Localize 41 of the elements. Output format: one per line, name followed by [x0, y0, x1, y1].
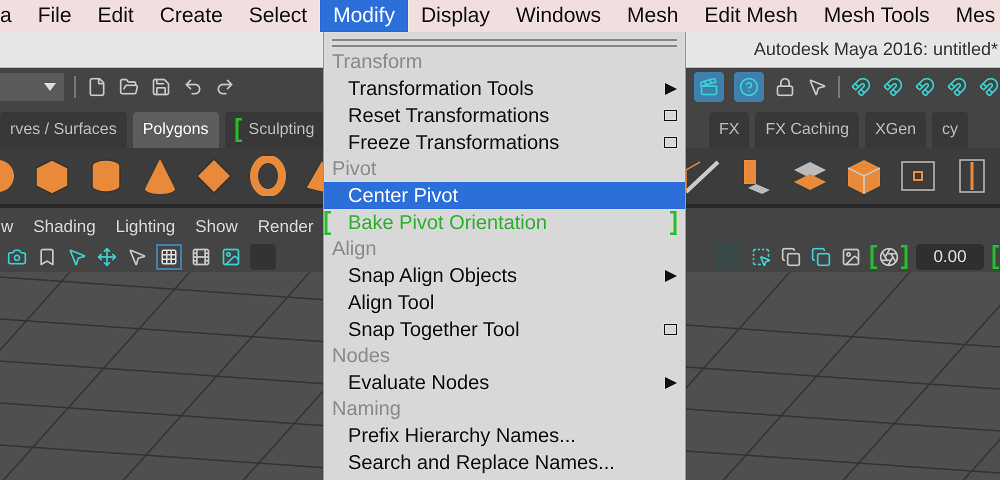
menu-item[interactable]: Transformation Tools — [324, 75, 685, 102]
menu-section-header: Naming — [331, 397, 402, 422]
shelf-tab[interactable]: rves / Surfaces — [0, 112, 127, 148]
menu-item[interactable]: Reset Transformations — [324, 102, 685, 129]
menu-item[interactable]: Snap Together Tool — [324, 316, 685, 343]
menu-bar-item[interactable]: Mes — [942, 0, 1000, 32]
menu-bar-item[interactable]: File — [24, 0, 85, 32]
menu-item[interactable]: Freeze Transformations — [324, 129, 685, 156]
panel-menu-item[interactable]: Lighting — [116, 214, 176, 240]
menu-bar-item[interactable]: Edit — [84, 0, 147, 32]
menu-item[interactable]: Prefix Hierarchy Names... — [324, 422, 685, 449]
value-field[interactable]: 0.00 — [916, 244, 984, 270]
menu-bar-item[interactable]: Create — [146, 0, 236, 32]
menu-item[interactable]: Center Pivot — [324, 182, 685, 209]
shelf-tab[interactable]: Sculpting — [224, 112, 324, 148]
menu-bar-item[interactable]: Display — [408, 0, 503, 32]
menu-item[interactable]: Snap Align Objects — [324, 262, 685, 289]
panel-menu-item[interactable]: w — [1, 214, 14, 240]
menu-bar-item[interactable]: Mesh Tools — [810, 0, 943, 32]
menu-bar-item[interactable]: Edit Mesh — [691, 0, 811, 32]
menu-item[interactable]: Align Tool — [324, 289, 685, 316]
window-title: Autodesk Maya 2016: untitled* — [754, 38, 998, 61]
menu-item[interactable]: Evaluate Nodes — [324, 369, 685, 396]
menu-bar-item[interactable]: Windows — [502, 0, 614, 32]
panel-menu-item[interactable]: Show — [195, 214, 238, 240]
menu-bar-item[interactable]: Select — [236, 0, 320, 32]
menu-section-header: Align — [331, 237, 378, 262]
shelf-tab[interactable]: cy — [932, 112, 968, 148]
menu-section-header: Pivot — [331, 157, 378, 182]
shelf-tab[interactable]: XGen — [865, 112, 926, 148]
menu-bar-item[interactable]: a — [0, 0, 25, 32]
menu-bar-item[interactable]: Modify — [320, 0, 408, 32]
menu-section-header: Transform — [331, 50, 424, 75]
shelf-tab[interactable]: FX Caching — [755, 112, 860, 148]
menu-section-header: Nodes — [331, 344, 391, 369]
menu-bar-item[interactable]: Mesh — [614, 0, 692, 32]
panel-menu-item[interactable]: Render — [258, 214, 314, 240]
panel-menu-item[interactable]: Shading — [33, 214, 96, 240]
menu-item[interactable]: Search and Replace Names... — [324, 449, 685, 476]
shelf-tab[interactable]: FX — [709, 112, 750, 148]
shelf-tab[interactable]: Polygons — [132, 112, 219, 148]
